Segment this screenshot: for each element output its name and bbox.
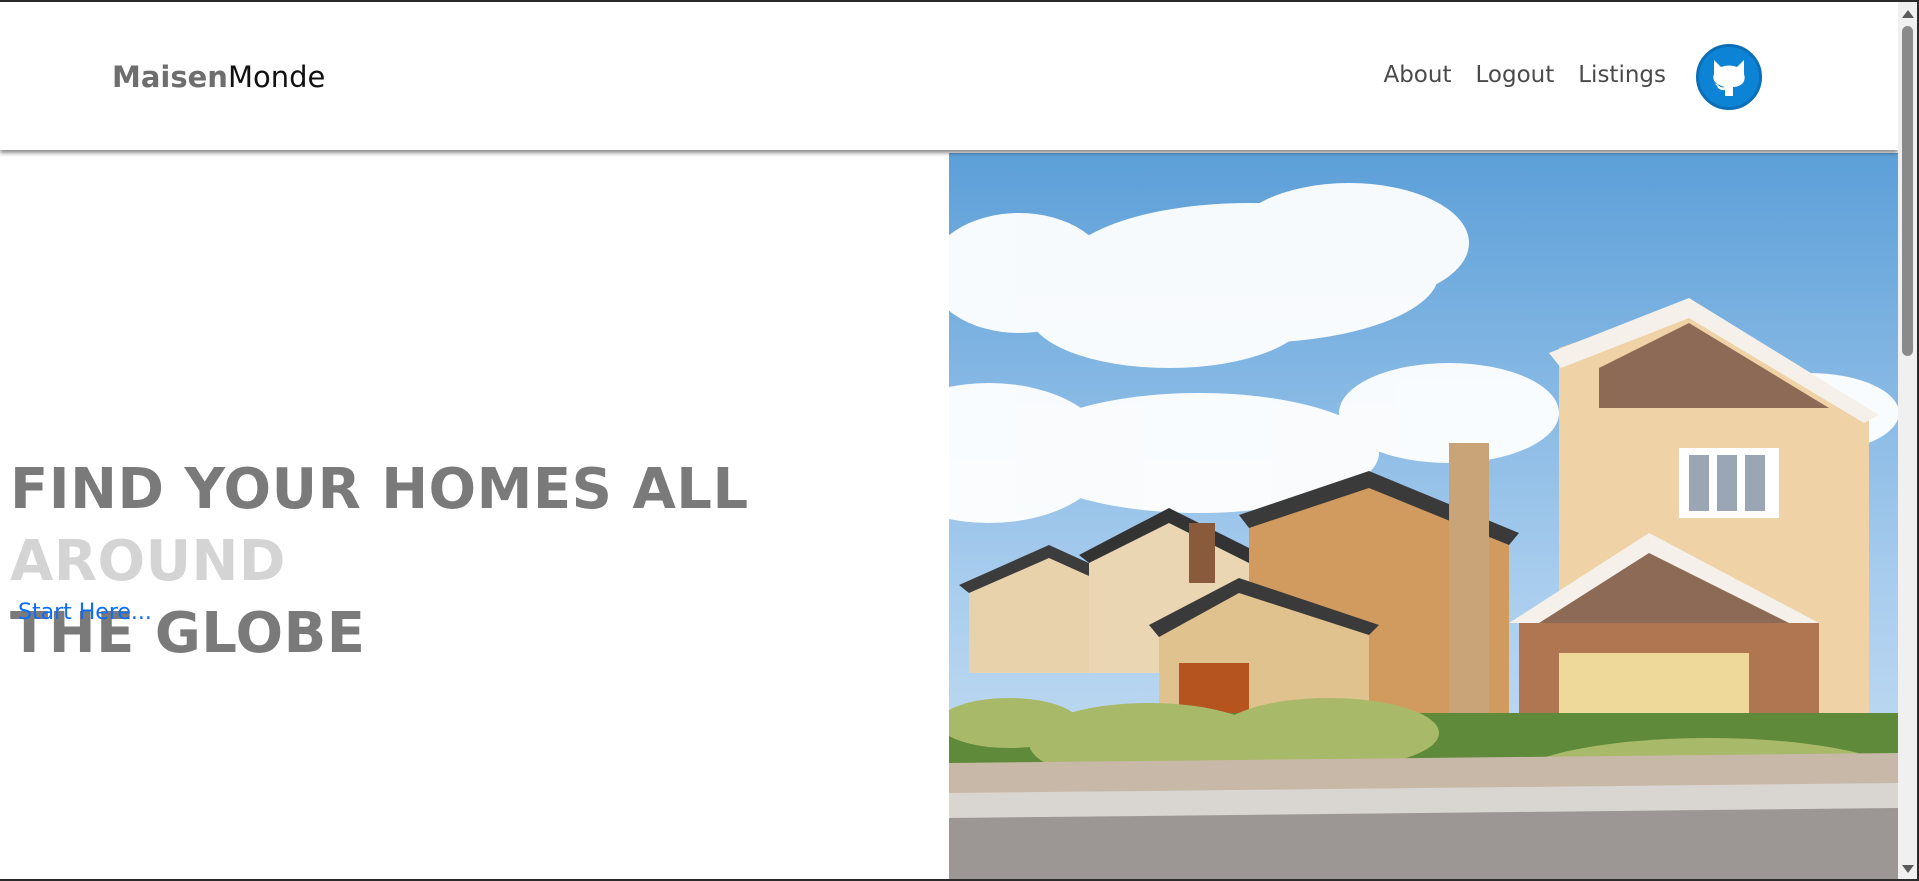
scroll-down-arrow-icon[interactable] [1902,865,1914,873]
nav-logout[interactable]: Logout [1475,62,1554,88]
brand-logo[interactable]: MaisenMonde [112,60,325,94]
nav-about[interactable]: About [1383,62,1451,88]
scroll-up-arrow-icon[interactable] [1902,10,1914,18]
page: MaisenMonde About Logout Listings FIND Y… [0,2,1898,879]
scroll-thumb[interactable] [1902,26,1913,356]
start-here-link[interactable]: Start Here... [18,600,152,625]
page-scrollbar[interactable] [1898,2,1917,879]
brand-bold: Maisen [112,60,228,94]
hero-image [949,153,1898,879]
github-icon [1713,60,1745,96]
hero-title: FIND YOUR HOMES ALL AROUND THE GLOBE [10,454,950,670]
hero-title-main: FIND YOUR HOMES ALL [10,457,749,522]
navbar: MaisenMonde About Logout Listings [0,2,1898,150]
nav-listings[interactable]: Listings [1578,62,1666,88]
suburban-houses-photo [949,153,1898,879]
hero-title-accent: AROUND [10,529,286,594]
github-button[interactable] [1696,44,1762,110]
nav-links: About Logout Listings [1359,62,1666,88]
brand-light: Monde [227,60,326,94]
